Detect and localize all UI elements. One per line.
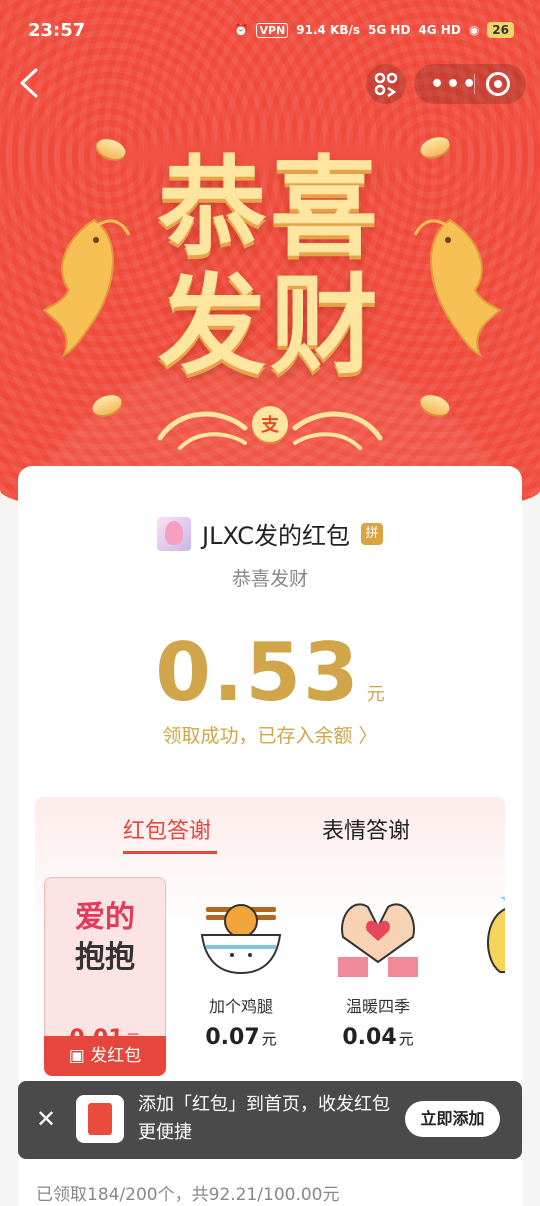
rice-bowl-icon (200, 904, 282, 975)
alipay-badge: 支 (252, 406, 288, 442)
network-speed: 91.4 KB/s (296, 23, 361, 37)
send-redpacket-button[interactable]: ▣ 发红包 (44, 1036, 166, 1076)
thanks-panel: 红包答谢 表情答谢 爱的 抱抱 0.01元 ▣ 发红包 (35, 797, 505, 1097)
signal-4g: 4G HD (418, 23, 461, 37)
capsule-divider (474, 74, 475, 94)
status-icons: ⏰ VPN 91.4 KB/s 5G HD 4G HD ◉ 26 (234, 22, 514, 38)
capsule-menu: ••• (414, 64, 526, 104)
gift-item-hug[interactable]: 爱的 抱抱 0.01元 ▣ 发红包 (44, 877, 166, 1076)
bird-sticker-icon (487, 896, 505, 973)
amount-value: 0.53 (155, 626, 361, 719)
claim-summary: 已领取184/200个，共92.21/100.00元 (36, 1185, 340, 1205)
grid-switch-icon (374, 72, 398, 98)
back-button[interactable] (14, 66, 48, 100)
send-button-label: 发红包 (90, 1046, 142, 1066)
balance-link[interactable]: 领取成功，已存入余额 〉 (18, 721, 522, 748)
title-line-1: 恭喜 (157, 146, 382, 271)
gift-price: 0.07 元 (205, 1025, 277, 1050)
pin-badge: 拼 (361, 522, 384, 545)
vpn-badge: VPN (256, 22, 289, 38)
battery-indicator: 26 (487, 22, 514, 38)
chevron-left-icon (20, 68, 38, 98)
coin-decoration (417, 133, 453, 161)
gift-price: 0.04 元 (342, 1025, 414, 1050)
coin-decoration (93, 135, 129, 163)
greeting-text: 恭喜发财 (231, 568, 308, 590)
add-now-button[interactable]: 立即添加 (405, 1101, 500, 1137)
more-icon[interactable]: ••• (430, 72, 478, 97)
amount-row: 0.53 元 (18, 626, 522, 719)
header-banner: 23:57 ⏰ VPN 91.4 KB/s 5G HD 4G HD ◉ 26 •… (0, 0, 540, 520)
tab-emoji-thanks[interactable]: 表情答谢 (322, 813, 410, 845)
coin-decoration (89, 391, 125, 419)
redpacket-icon: ▣ (68, 1046, 85, 1066)
amount-unit: 元 (366, 684, 385, 705)
active-tab-indicator (123, 851, 217, 854)
wifi-icon: ◉ (468, 23, 480, 37)
balance-link-label: 领取成功，已存入余额 (162, 725, 353, 747)
sender-row: JLXC发的红包 拼 (18, 516, 522, 556)
add-to-home-banner: ✕ 添加「红包」到首页，收发红包更便捷 立即添加 (18, 1081, 522, 1159)
gift-list: 爱的 抱抱 0.01元 ▣ 发红包 (35, 877, 505, 1097)
koi-fish-right-icon (413, 218, 502, 358)
mini-program-switch-button[interactable] (366, 64, 406, 104)
hug-sticker-art: 爱的 抱抱 (75, 900, 135, 975)
tab-redpacket-thanks[interactable]: 红包答谢 (123, 813, 211, 845)
close-mini-program-icon[interactable] (486, 72, 510, 96)
close-icon[interactable]: ✕ (36, 1105, 56, 1133)
signal-5g: 5G HD (368, 23, 411, 37)
alarm-icon: ⏰ (233, 23, 249, 37)
gift-label: 感 (454, 993, 505, 1017)
status-time: 23:57 (28, 20, 86, 41)
sender-name: JLXC发的红包 (202, 522, 350, 550)
redpacket-app-icon (76, 1095, 124, 1143)
title-line-2: 发财 (157, 264, 382, 389)
coin-decoration (417, 391, 453, 419)
avatar (156, 516, 191, 551)
gift-label: 温暖四季 (345, 997, 410, 1016)
chevron-right-icon: 〉 (358, 725, 378, 747)
heart-hands-icon (338, 903, 418, 977)
gift-label: 加个鸡腿 (208, 997, 273, 1016)
gift-price: 0 (454, 1025, 505, 1050)
status-bar: 23:57 ⏰ VPN 91.4 KB/s 5G HD 4G HD ◉ 26 (0, 0, 540, 60)
congrats-title: 恭喜 发财 (140, 150, 400, 386)
koi-fish-left-icon (42, 218, 131, 358)
banner-text: 添加「红包」到首页，收发红包更便捷 (138, 1094, 390, 1143)
